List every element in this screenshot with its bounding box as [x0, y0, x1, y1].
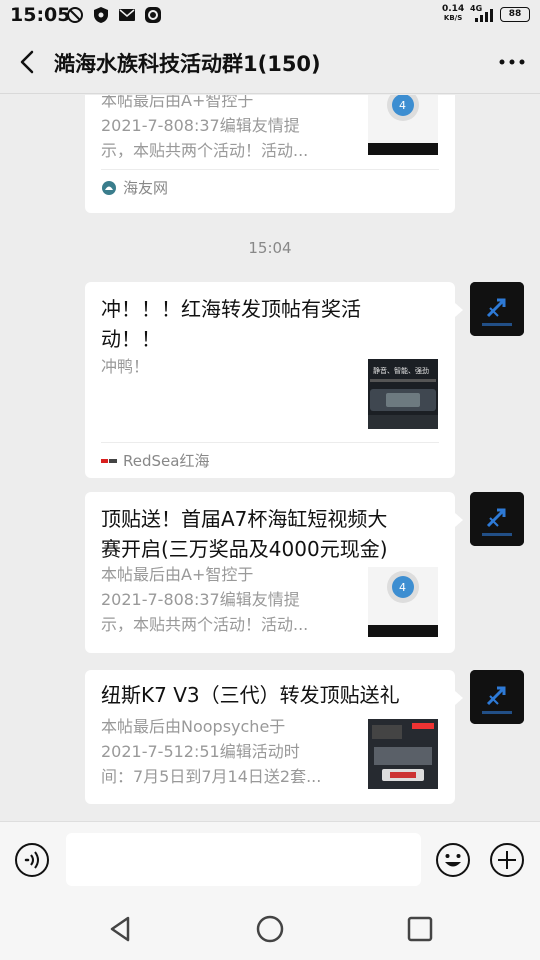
battery-icon: 88: [500, 7, 530, 22]
thumbnail-caption: 静音、智能、强劲: [373, 366, 429, 375]
desc-line: 本帖最后由A+智控于: [101, 565, 254, 584]
avatar-logo-icon: [470, 670, 524, 724]
more-options-icon[interactable]: [496, 46, 528, 78]
do-not-disturb-icon: [67, 7, 83, 23]
input-bar: [0, 821, 540, 899]
card-thumbnail: 4: [368, 567, 438, 637]
emoji-icon[interactable]: [435, 842, 471, 878]
redsea-logo-icon: [101, 458, 117, 464]
bubble-tail: [455, 691, 463, 705]
desc-line: 2021-7-808:37编辑友情提: [101, 590, 300, 609]
plus-icon[interactable]: [489, 842, 525, 878]
desc-line: 间：7月5日到7月14日送2套...: [101, 767, 322, 786]
desc-line: 示，本贴共两个活动！活动...: [101, 141, 309, 160]
title-line: 顶贴送！首届A7杯海缸短视频大: [101, 507, 388, 531]
back-arrow-icon[interactable]: [12, 46, 44, 78]
link-card-message[interactable]: 纽斯K7 V3（三代）转发顶贴送礼 本帖最后由Noopsyche于 2021-7…: [85, 670, 455, 804]
source-label: RedSea红海: [123, 452, 210, 470]
message-input[interactable]: [66, 833, 421, 886]
status-bar: 15:05 0.14 KB/S 4G 88: [0, 0, 540, 30]
signal-icon: [475, 9, 493, 22]
avatar-logo-icon: [470, 282, 524, 336]
card-description: 本帖最后由A+智控于 2021-7-808:37编辑友情提 示，本贴共两个活动！…: [101, 562, 351, 637]
title-line: 赛开启(三万奖品及4000元现金): [101, 537, 388, 561]
nav-home-icon[interactable]: [254, 913, 286, 945]
avatar-logo-icon: [470, 492, 524, 546]
nav-recents-icon[interactable]: [404, 913, 436, 945]
status-time: 15:05: [10, 4, 71, 26]
source-label: 海友网: [123, 179, 169, 197]
desc-line: 本帖最后由Noopsyche于: [101, 717, 286, 736]
card-thumbnail: [368, 719, 438, 789]
card-source: RedSea红海: [101, 442, 439, 478]
avatar[interactable]: [470, 282, 524, 336]
mail-icon: [119, 9, 135, 21]
link-card-message[interactable]: 本帖最后由A+智控于 2021-7-808:37编辑友情提 示，本贴共两个活动！…: [85, 95, 455, 213]
card-title: 纽斯K7 V3（三代）转发顶贴送礼: [101, 680, 441, 710]
avatar[interactable]: [470, 492, 524, 546]
card-thumbnail: 4: [368, 95, 438, 155]
desc-line: 2021-7-512:51编辑活动时: [101, 742, 300, 761]
app-notification-icon: [145, 7, 161, 23]
card-description: 冲鸭！: [101, 354, 351, 379]
message-list[interactable]: 本帖最后由A+智控于 2021-7-808:37编辑友情提 示，本贴共两个活动！…: [0, 95, 540, 821]
desc-line: 2021-7-808:37编辑友情提: [101, 116, 300, 135]
shield-icon: [94, 7, 108, 23]
network-speed-unit: KB/S: [443, 14, 463, 22]
title-line: 冲！！！红海转发顶帖有奖活: [101, 297, 361, 321]
card-thumbnail: 静音、智能、强劲: [368, 359, 438, 429]
link-card-message[interactable]: 冲！！！红海转发顶帖有奖活 动！！ 冲鸭！ 静音、智能、强劲 RedSea红海: [85, 282, 455, 478]
chat-title: 澔海水族科技活动群1(150): [54, 52, 321, 76]
desc-line: 本帖最后由A+智控于: [101, 95, 254, 110]
voice-input-icon[interactable]: [14, 842, 50, 878]
chat-header: 澔海水族科技活动群1(150): [0, 30, 540, 94]
card-title: 冲！！！红海转发顶帖有奖活 动！！: [101, 294, 441, 354]
link-card-message[interactable]: 顶贴送！首届A7杯海缸短视频大 赛开启(三万奖品及4000元现金) 本帖最后由A…: [85, 492, 455, 653]
bubble-tail: [455, 303, 463, 317]
svg-text:4: 4: [399, 581, 406, 594]
svg-text:4: 4: [399, 99, 406, 112]
desc-line: 示，本贴共两个活动！活动...: [101, 615, 309, 634]
card-title: 顶贴送！首届A7杯海缸短视频大 赛开启(三万奖品及4000元现金): [101, 504, 441, 564]
avatar[interactable]: [470, 670, 524, 724]
bubble-tail: [455, 513, 463, 527]
desc-line: 冲鸭！: [101, 357, 150, 376]
battery-level: 88: [508, 9, 522, 19]
card-description: 本帖最后由Noopsyche于 2021-7-512:51编辑活动时 间：7月5…: [101, 714, 351, 789]
title-line: 动！！: [101, 327, 161, 351]
network-speed-value: 0.14: [442, 4, 465, 14]
network-speed: 0.14 KB/S: [442, 5, 464, 23]
system-nav-bar: [0, 899, 540, 960]
message-timestamp: 15:04: [248, 239, 292, 257]
card-source: 海友网: [101, 169, 439, 205]
source-logo-icon: [102, 181, 116, 195]
nav-back-icon[interactable]: [104, 913, 136, 945]
title-line: 纽斯K7 V3（三代）转发顶贴送礼: [101, 683, 400, 707]
card-description: 本帖最后由A+智控于 2021-7-808:37编辑友情提 示，本贴共两个活动！…: [101, 95, 351, 163]
